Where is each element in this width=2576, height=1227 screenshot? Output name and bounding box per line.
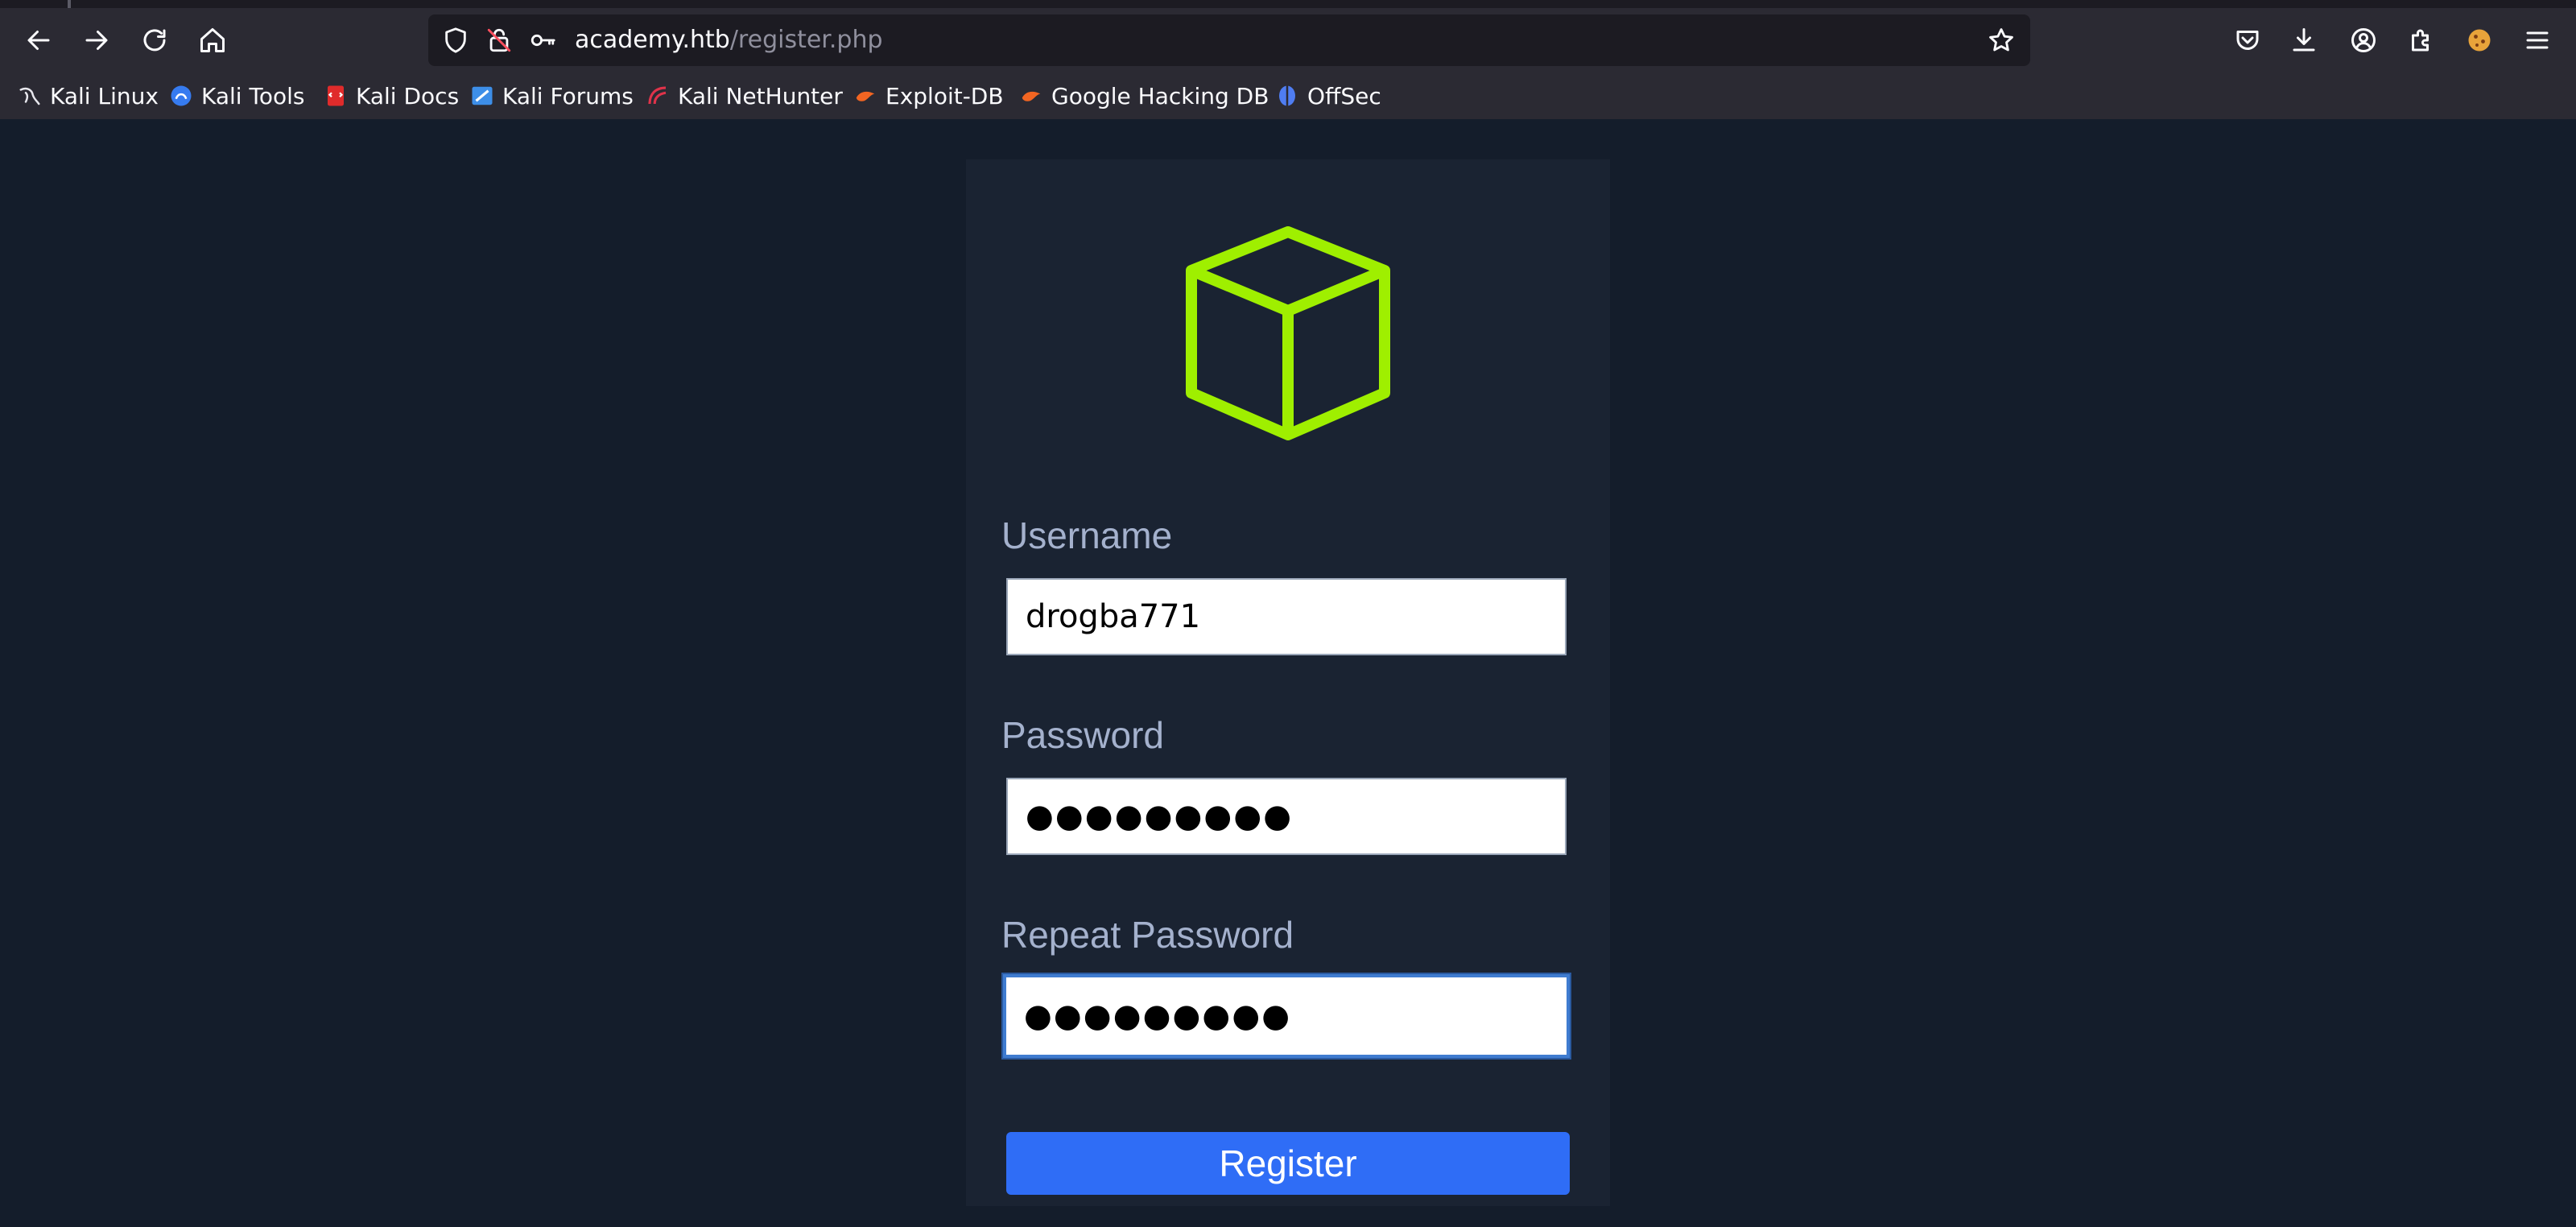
register-card: Username drogba771 Password ●●●●●●●●● Re… [966,159,1610,1206]
reload-button[interactable] [130,16,179,64]
bookmark-kali-nethunter[interactable]: Kali NetHunter [646,77,843,114]
reload-icon [143,29,166,52]
username-label: Username [1001,514,1173,556]
download-icon [2293,28,2315,52]
browser-chrome: academy.htb/register.php Kali Linux Kali… [0,0,2576,119]
htb-cube-logo-icon [1186,226,1390,440]
repeat-password-masked-value: ●●●●●●●●● [1024,998,1292,1035]
forward-button[interactable] [72,16,121,64]
bookmark-label: Kali Docs [356,82,460,109]
extension-avatar-button[interactable] [2455,16,2504,64]
home-icon [200,28,225,52]
bookmarks-toolbar: Kali Linux Kali Tools Kali Docs Kali For… [0,77,2576,114]
pocket-button[interactable] [2223,16,2272,64]
bookmark-label: Kali Tools [201,82,305,109]
bookmark-star-icon[interactable] [1987,26,2016,55]
bookmark-google-hacking-db[interactable]: Google Hacking DB [1019,77,1269,114]
username-value: drogba771 [1026,598,1201,635]
password-label: Password [1001,714,1164,756]
kali-nethunter-icon [648,86,667,105]
username-input[interactable]: drogba771 [1006,578,1567,655]
extensions-button[interactable] [2397,16,2446,64]
arrow-right-icon [85,31,108,50]
bookmark-kali-linux[interactable]: Kali Linux [18,77,159,114]
offsec-icon [1279,85,1295,106]
url-path: /register.php [729,26,883,54]
bookmark-label: Kali Forums [502,82,634,109]
account-button[interactable] [2339,16,2388,64]
bookmark-label: Kali NetHunter [678,82,843,109]
kali-docs-icon [328,85,344,106]
puzzle-icon [2412,29,2429,52]
key-icon[interactable] [528,26,557,55]
navigation-toolbar: academy.htb/register.php [0,8,2576,72]
kali-tools-icon [171,85,192,106]
bookmark-label: Google Hacking DB [1051,82,1269,109]
register-button[interactable]: Register [1006,1132,1570,1195]
pocket-icon [2236,31,2259,50]
home-button[interactable] [188,16,237,64]
tab-indicator [68,0,71,8]
repeat-password-input[interactable]: ●●●●●●●●● [1003,974,1570,1058]
shield-icon[interactable] [441,26,470,55]
hamburger-menu-icon [2526,31,2549,49]
url-host: academy.htb [575,26,730,54]
exploit-db-icon [856,91,875,101]
url-text[interactable]: academy.htb/register.php [575,24,883,56]
bookmark-label: Kali Linux [50,82,159,109]
bookmark-label: OffSec [1307,82,1381,109]
tab-strip [0,0,2576,8]
back-button[interactable] [14,16,63,64]
bookmark-kali-docs[interactable]: Kali Docs [324,77,459,114]
password-masked-value: ●●●●●●●●● [1026,798,1294,835]
arrow-left-icon [27,31,50,50]
downloads-button[interactable] [2280,16,2328,64]
ghdb-icon [1022,91,1041,101]
bookmark-exploit-db[interactable]: Exploit-DB [853,77,1004,114]
account-icon [2351,28,2376,52]
bookmark-offsec[interactable]: OffSec [1275,77,1381,114]
password-input[interactable]: ●●●●●●●●● [1006,778,1567,855]
bookmark-kali-tools[interactable]: Kali Tools [169,77,304,114]
menu-button[interactable] [2513,16,2562,64]
kali-forums-icon [472,86,493,105]
bookmark-label: Exploit-DB [886,82,1004,109]
kali-dragon-icon [19,87,40,105]
page-content: Username drogba771 Password ●●●●●●●●● Re… [0,119,2576,1227]
cookie-extension-icon [2468,29,2491,52]
insecure-lock-icon[interactable] [485,26,514,55]
repeat-password-label: Repeat Password [1001,914,1294,956]
bookmark-kali-forums[interactable]: Kali Forums [470,77,634,114]
url-bar[interactable]: academy.htb/register.php [428,14,2030,66]
